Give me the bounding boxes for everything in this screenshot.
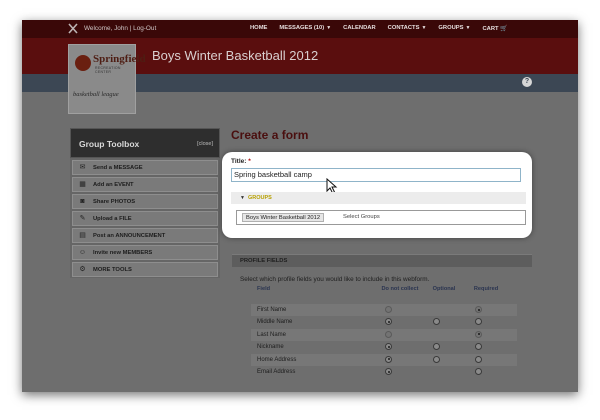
- toolbox-item-post-an-announcement[interactable]: ▤ Post an ANNOUNCEMENT: [72, 228, 218, 243]
- radio-required[interactable]: [475, 306, 482, 313]
- toolbox-item-label: Add an EVENT: [93, 182, 134, 188]
- groups-toggle[interactable]: ▼ GROUPS: [231, 192, 526, 204]
- toolbox-item-label: Invite new MEMBERS: [93, 250, 153, 256]
- toolbox-item-label: Upload a FILE: [93, 216, 132, 222]
- table-row: First Name: [251, 304, 517, 316]
- camera-icon: ◙: [80, 198, 85, 205]
- megaphone-icon: ✉: [79, 164, 86, 171]
- nav-item-label: HOME: [250, 25, 268, 31]
- logo-league: basketball league: [73, 91, 119, 98]
- radio-do-not-collect[interactable]: [385, 318, 392, 326]
- column-optional: Optional: [432, 286, 456, 292]
- toolbox-item-label: MORE TOOLS: [93, 267, 132, 273]
- triangle-down-icon: ▼: [240, 195, 245, 201]
- table-row: Middle Name: [251, 316, 517, 328]
- radio-optional[interactable]: [433, 355, 440, 363]
- toolbox-header: Group Toolbox [close]: [70, 128, 220, 158]
- people-icon: ☺: [78, 249, 87, 256]
- cart-icon: 🛒: [498, 26, 508, 32]
- nav-item-cart[interactable]: CART 🛒: [482, 25, 507, 32]
- nav-item-groups[interactable]: GROUPS ▼: [438, 25, 470, 32]
- toolbox-item-label: Share PHOTOS: [93, 199, 136, 205]
- toolbox-item-more-tools[interactable]: ⚙ MORE TOOLS: [72, 262, 218, 277]
- logo-name: Springfield: [93, 53, 146, 65]
- nav-item-messages[interactable]: MESSAGES (10) ▼: [279, 25, 331, 32]
- nav-item-label: CONTACTS: [387, 25, 420, 31]
- table-row: Email Address: [251, 366, 517, 378]
- groups-label: GROUPS: [248, 195, 272, 201]
- profile-fields-header: PROFILE FIELDS: [232, 254, 532, 267]
- table-row: Last Name: [251, 328, 517, 341]
- form-heading: Create a form: [231, 128, 309, 142]
- radio-optional[interactable]: [433, 318, 440, 326]
- page-title: Boys Winter Basketball 2012: [152, 48, 319, 63]
- table-row: Home Address: [251, 353, 517, 366]
- column-field: Field: [257, 286, 271, 292]
- caret-down-icon: ▼: [421, 25, 427, 31]
- nav-item-label: MESSAGES (10): [279, 25, 325, 31]
- column-required: Required: [473, 286, 499, 292]
- toolbox-item-send-a-message[interactable]: ✉ Send a MESSAGE: [72, 160, 218, 175]
- radio-required[interactable]: [475, 330, 482, 338]
- toolbox-item-label: Send a MESSAGE: [93, 165, 143, 171]
- field-name: Middle Name: [257, 319, 293, 326]
- gear-icon: ⚙: [79, 266, 86, 273]
- app-window: Welcome, John | Log-Out HOME MESSAGES (10…: [22, 20, 578, 392]
- group-selector[interactable]: Boys Winter Basketball 2012 Select Group…: [236, 210, 526, 225]
- main-nav: HOME MESSAGES (10) ▼ CALENDAR CONTACTS ▼ GROUP…: [250, 25, 520, 32]
- pen-icon: ✎: [79, 215, 86, 222]
- toolbox-close-link[interactable]: [close]: [197, 141, 213, 147]
- radio-do-not-collect[interactable]: [385, 368, 392, 375]
- radio-required[interactable]: [475, 318, 482, 326]
- toolbox-item-share-photos[interactable]: ◙ Share PHOTOS: [72, 194, 218, 209]
- required-marker: *: [248, 158, 251, 165]
- nav-item-home[interactable]: HOME: [250, 25, 267, 32]
- profile-fields-instruction: Select which profile fields you would li…: [240, 276, 430, 283]
- radio-required[interactable]: [475, 355, 482, 363]
- radio-do-not-collect[interactable]: [385, 343, 392, 351]
- table-row: Nickname: [251, 341, 517, 353]
- radio-required[interactable]: [475, 343, 482, 351]
- radio-do-not-collect[interactable]: [385, 355, 392, 363]
- welcome-text[interactable]: Welcome, John | Log-Out: [84, 25, 156, 32]
- toolbox-item-label: Post an ANNOUNCEMENT: [93, 233, 166, 239]
- title-groups-panel: Title: * Spring basketball camp ▼ GROUPS…: [222, 152, 532, 238]
- selected-group-tag[interactable]: Boys Winter Basketball 2012: [242, 213, 325, 222]
- toolbox-item-add-an-event[interactable]: ▦ Add an EVENT: [72, 177, 218, 192]
- nav-item-label: GROUPS: [438, 25, 464, 31]
- help-icon[interactable]: ?: [522, 77, 532, 87]
- calendar-icon: ▦: [79, 181, 86, 188]
- radio-optional[interactable]: [433, 343, 440, 351]
- select-groups-input[interactable]: Select Groups: [343, 214, 380, 220]
- profile-fields-title: PROFILE FIELDS: [240, 258, 288, 264]
- nav-item-contacts[interactable]: CONTACTS ▼: [388, 25, 427, 32]
- radio-do-not-collect[interactable]: [385, 306, 392, 313]
- column-do-not-collect: Do not collect: [381, 286, 419, 292]
- group-toolbox: Group Toolbox [close] ✉ Send a MESSAGE ▦ Ad…: [70, 128, 220, 278]
- nav-item-calendar[interactable]: CALENDAR: [343, 25, 376, 32]
- league-logo[interactable]: Springfield RECREATION CENTER basketball…: [68, 44, 146, 114]
- toolbox-title: Group Toolbox: [79, 139, 140, 149]
- title-input[interactable]: Spring basketball camp: [231, 168, 521, 182]
- toolbox-item-upload-a-file[interactable]: ✎ Upload a FILE: [72, 211, 218, 226]
- radio-required[interactable]: [475, 368, 482, 375]
- caret-down-icon: ▼: [465, 25, 471, 31]
- bulletin-icon: ▤: [79, 232, 86, 239]
- nav-item-label: CART: [482, 26, 499, 32]
- toolbox-item-invite-new-members[interactable]: ☺ Invite new MEMBERS: [72, 245, 218, 260]
- field-name: Last Name: [257, 331, 287, 338]
- logo-subtitle: RECREATION CENTER: [95, 66, 121, 74]
- field-name: First Name: [257, 307, 287, 313]
- field-name: Email Address: [257, 369, 296, 375]
- basketball-icon: [75, 55, 91, 71]
- radio-do-not-collect[interactable]: [385, 330, 392, 338]
- field-name: Home Address: [257, 356, 297, 363]
- site-logo-icon: [68, 23, 78, 34]
- field-name: Nickname: [257, 344, 284, 351]
- title-label: Title: *: [231, 158, 251, 165]
- nav-item-label: CALENDAR: [343, 25, 376, 31]
- caret-down-icon: ▼: [326, 25, 332, 31]
- top-bar: Welcome, John | Log-Out HOME MESSAGES (10…: [22, 20, 578, 38]
